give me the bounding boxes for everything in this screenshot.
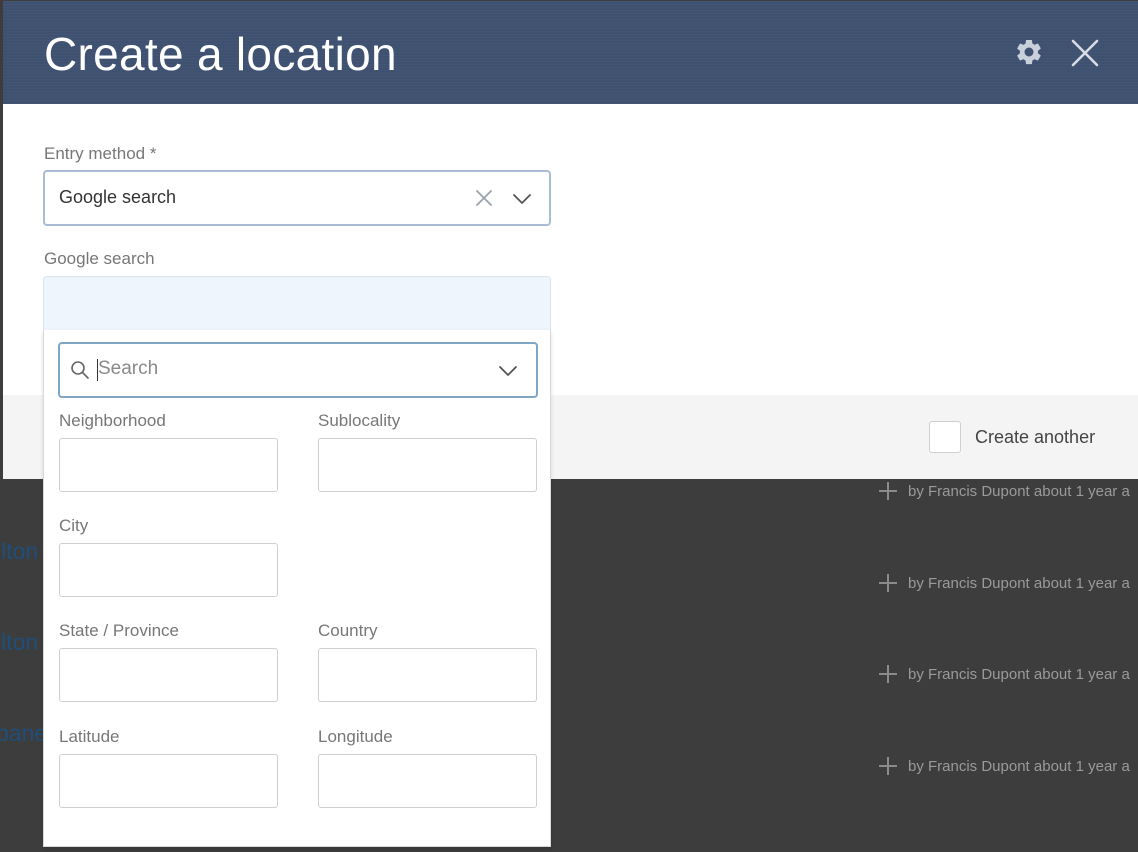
- close-icon[interactable]: [1069, 37, 1101, 69]
- modal-title: Create a location: [44, 28, 397, 80]
- entry-method-label: Entry method *: [44, 144, 157, 163]
- state-province-label: State / Province: [59, 621, 180, 640]
- state-province-field[interactable]: [59, 648, 278, 702]
- entry-method-select[interactable]: Google search: [43, 170, 551, 226]
- google-search-dropdown: Search Neighborhood Sublocality City Sta…: [43, 330, 551, 847]
- search-input[interactable]: Search: [58, 342, 538, 398]
- neighborhood-label: Neighborhood: [59, 411, 166, 430]
- longitude-label: Longitude: [318, 727, 393, 746]
- longitude-field[interactable]: [318, 754, 537, 808]
- chevron-down-icon[interactable]: [512, 193, 532, 205]
- neighborhood-field[interactable]: [59, 438, 278, 492]
- google-search-field[interactable]: [43, 276, 551, 331]
- search-placeholder: Search: [98, 358, 159, 379]
- background-activity-row: by Francis Dupont about 1 year a: [878, 481, 1130, 501]
- background-activity-row: by Francis Dupont about 1 year a: [878, 664, 1130, 684]
- create-another-label: Create another: [975, 426, 1096, 447]
- modal-header: Create a location: [3, 1, 1138, 104]
- plus-icon: [878, 756, 898, 776]
- latitude-field[interactable]: [59, 754, 278, 808]
- sublocality-field[interactable]: [318, 438, 537, 492]
- plus-icon: [878, 573, 898, 593]
- plus-icon: [878, 481, 898, 501]
- country-label: Country: [318, 621, 378, 640]
- city-label: City: [59, 516, 89, 535]
- background-link-fragment: ilton: [0, 538, 39, 564]
- google-search-label: Google search: [44, 249, 155, 268]
- create-another-option[interactable]: Create another: [929, 421, 1095, 453]
- country-field[interactable]: [318, 648, 537, 702]
- plus-icon: [878, 664, 898, 684]
- city-field[interactable]: [59, 543, 278, 597]
- latitude-label: Latitude: [59, 727, 120, 746]
- gear-icon[interactable]: [1014, 37, 1044, 67]
- background-activity-row: by Francis Dupont about 1 year a: [878, 756, 1130, 776]
- background-activity-row: by Francis Dupont about 1 year a: [878, 573, 1130, 593]
- entry-method-value: Google search: [59, 187, 177, 207]
- search-icon: [71, 361, 89, 379]
- background-link-fragment: ilton: [0, 629, 39, 655]
- sublocality-label: Sublocality: [318, 411, 401, 430]
- clear-icon[interactable]: [475, 189, 493, 207]
- background-link-fragment: bane: [0, 720, 48, 746]
- create-another-checkbox[interactable]: [929, 421, 961, 453]
- chevron-down-icon[interactable]: [498, 365, 518, 377]
